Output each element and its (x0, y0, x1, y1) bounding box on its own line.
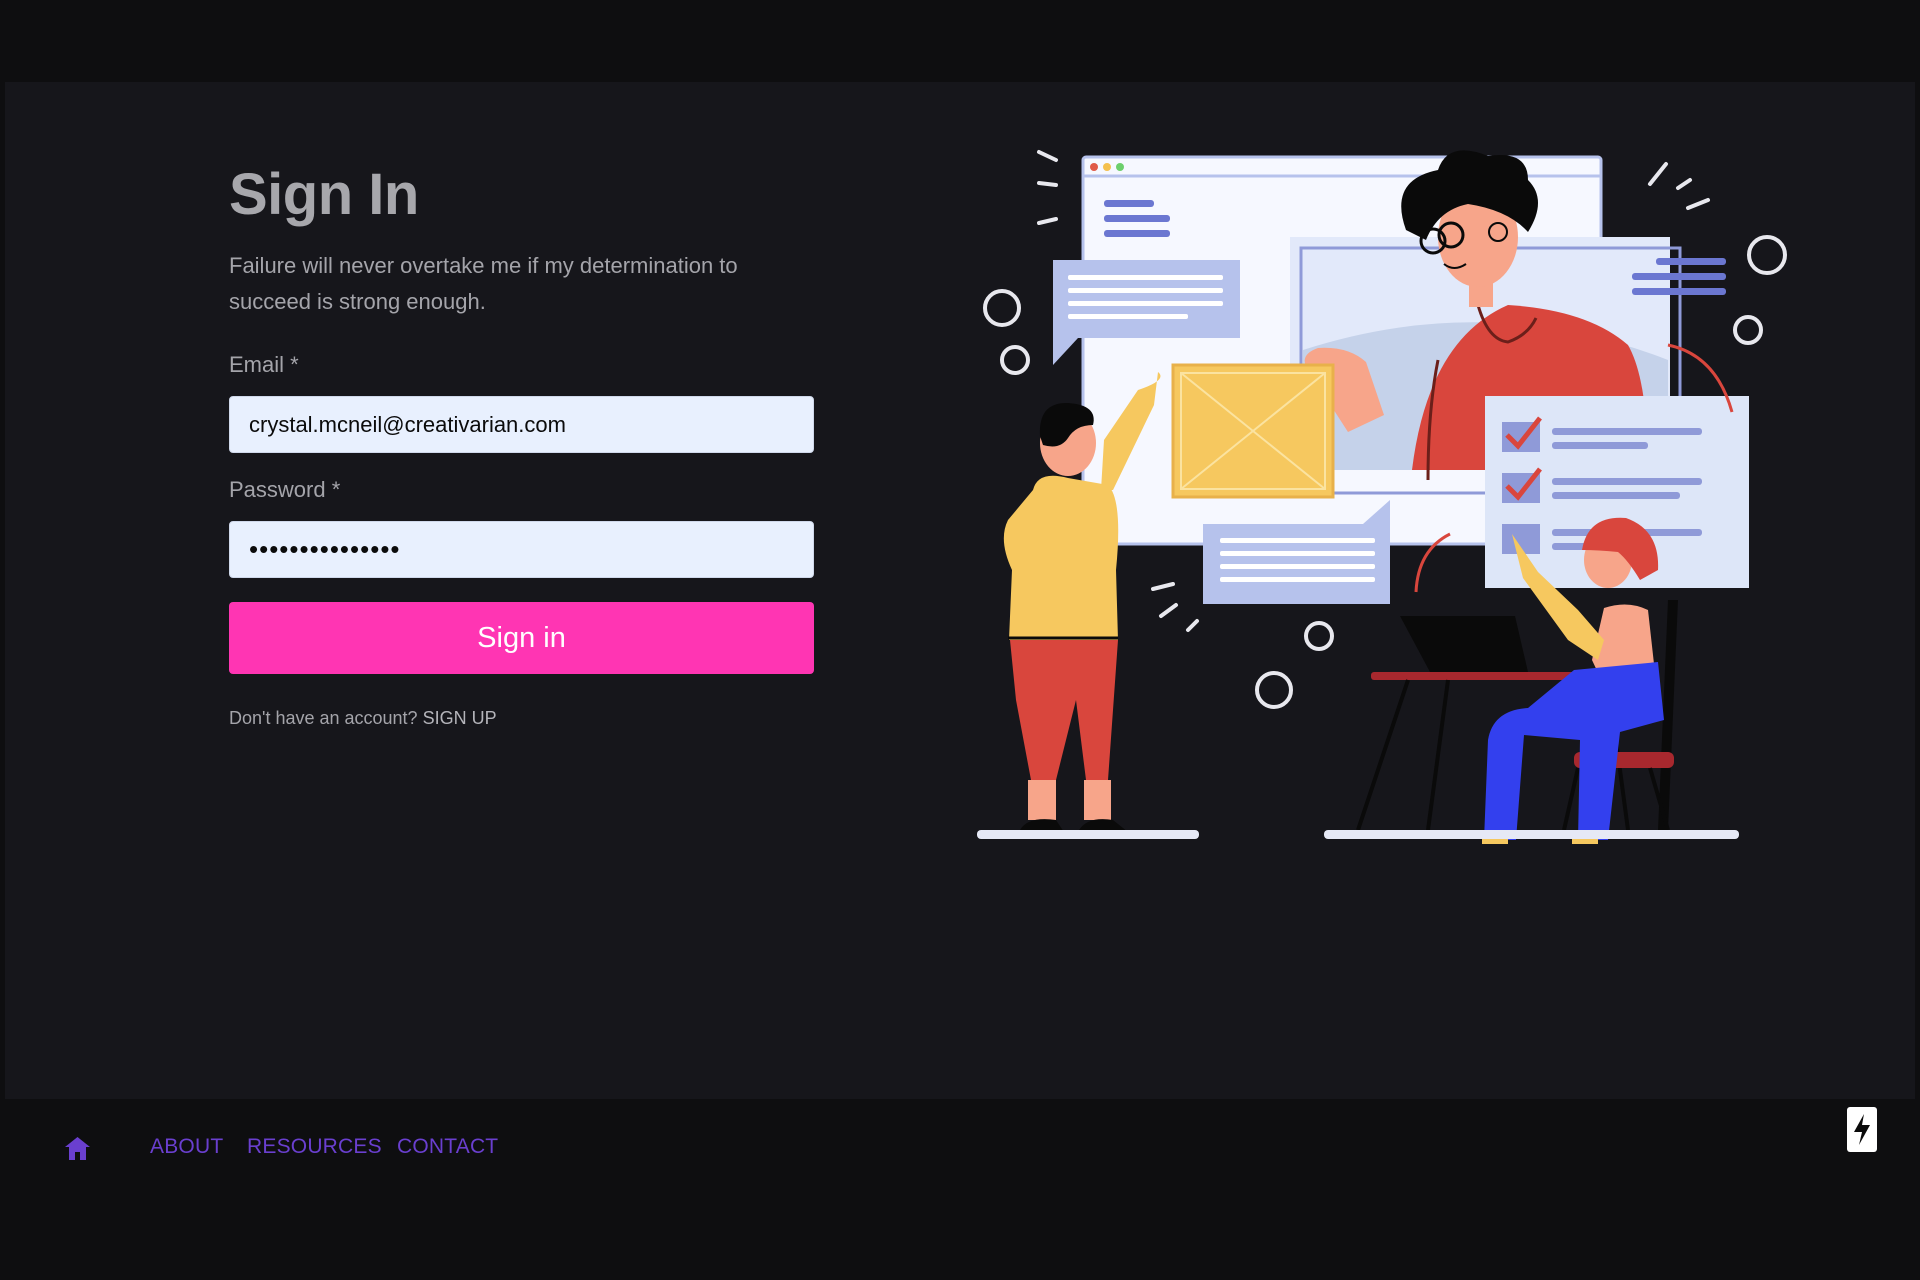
password-label: Password * (229, 477, 341, 502)
email-label: Email * (229, 352, 299, 377)
page-subtitle: Failure will never overtake me if my det… (229, 253, 738, 314)
nav-link-about[interactable]: ABOUT (150, 1135, 223, 1159)
footer-nav: ABOUT RESOURCES CONTACT (0, 1099, 1920, 1199)
lightning-bolt-icon (1854, 1114, 1870, 1145)
envelope-icon (1171, 363, 1335, 499)
signup-prompt: Don't have an account? (229, 708, 418, 728)
email-field[interactable] (229, 396, 814, 453)
nav-link-contact[interactable]: CONTACT (397, 1135, 498, 1159)
password-field[interactable] (229, 521, 814, 578)
signin-form: Sign In Failure will never overtake me i… (229, 160, 819, 729)
signup-row: Don't have an account? SIGN UP (229, 708, 819, 729)
top-band (0, 0, 1920, 82)
signin-button[interactable]: Sign in (229, 602, 814, 674)
nav-link-resources[interactable]: RESOURCES (247, 1135, 382, 1159)
team-collaboration-illustration (977, 150, 1787, 844)
signup-link[interactable]: SIGN UP (423, 708, 497, 728)
lightning-badge[interactable] (1847, 1107, 1877, 1152)
home-icon[interactable] (64, 1135, 91, 1161)
page-title: Sign In (229, 162, 419, 227)
